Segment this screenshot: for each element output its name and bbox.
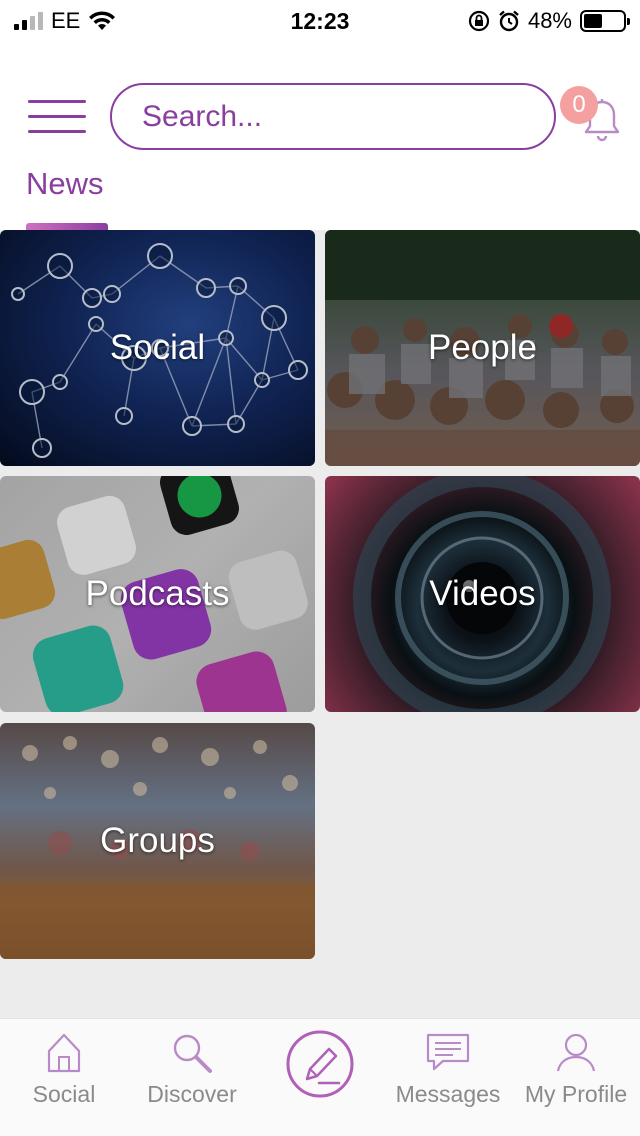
notification-badge: 0 (560, 86, 598, 124)
battery-icon (580, 10, 630, 32)
tile-people-label: People (428, 328, 537, 367)
nav-discover-label: Discover (147, 1081, 237, 1107)
status-left: EE (14, 8, 116, 34)
active-tab-indicator (26, 223, 108, 230)
tile-videos-label: Videos (429, 574, 536, 613)
tile-people[interactable]: People (325, 230, 640, 466)
header: 0 (0, 80, 640, 154)
nav-messages-label: Messages (395, 1081, 501, 1107)
nav-discover[interactable]: Discover (134, 1019, 250, 1136)
nav-messages[interactable]: Messages (386, 1019, 510, 1136)
nav-profile[interactable]: My Profile (514, 1019, 638, 1136)
battery-percent: 48% (527, 8, 572, 33)
magnifier-icon (173, 1034, 212, 1073)
status-time: 12:23 (290, 7, 350, 34)
category-grid: Social People Podcasts Videos Groups (0, 230, 640, 1018)
nav-social-label: Social (32, 1081, 96, 1107)
signal-icon (14, 12, 43, 30)
notifications-button[interactable]: 0 (560, 86, 630, 150)
status-right: 48% (468, 8, 630, 34)
tile-podcasts[interactable]: Podcasts (0, 476, 315, 712)
rotation-lock-icon (468, 10, 490, 32)
wifi-icon (89, 11, 116, 30)
alarm-icon (499, 10, 519, 32)
search-input[interactable] (110, 83, 556, 150)
tile-groups-label: Groups (100, 821, 215, 860)
user-icon (556, 1033, 596, 1072)
tile-social[interactable]: Social (0, 230, 315, 466)
status-bar: EE 12:23 48% (0, 0, 640, 42)
tile-groups[interactable]: Groups (0, 723, 315, 959)
tile-videos[interactable]: Videos (325, 476, 640, 712)
nav-compose[interactable] (280, 1019, 360, 1136)
tile-podcasts-label: Podcasts (85, 574, 230, 613)
battery-fill (584, 14, 603, 28)
tile-social-label: Social (109, 328, 206, 367)
compose-pencil-icon (286, 1030, 354, 1098)
hamburger-menu-icon[interactable] (28, 98, 86, 134)
nav-social[interactable]: Social (14, 1019, 114, 1136)
nav-profile-label: My Profile (524, 1081, 628, 1107)
bottom-nav: Social Discover Messages My Profile (0, 1018, 640, 1136)
carrier-label: EE (51, 8, 81, 33)
chat-bubble-icon (426, 1033, 470, 1071)
tab-news[interactable]: News (26, 166, 108, 230)
tab-news-label: News (26, 166, 104, 201)
home-icon (47, 1033, 81, 1073)
